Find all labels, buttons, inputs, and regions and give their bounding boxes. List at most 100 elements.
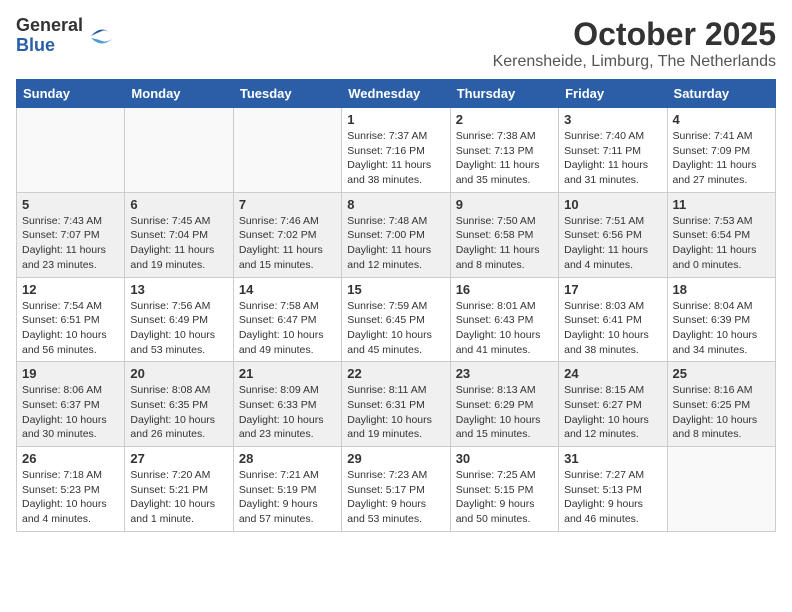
header-friday: Friday (559, 80, 667, 108)
day-info: Sunrise: 7:20 AM Sunset: 5:21 PM Dayligh… (130, 468, 227, 527)
calendar-cell: 9 Sunrise: 7:50 AM Sunset: 6:58 PM Daylig… (450, 192, 558, 277)
day-number: 26 (22, 451, 119, 466)
calendar-cell: 28 Sunrise: 7:21 AM Sunset: 5:19 PM Dayli… (233, 447, 341, 532)
calendar-cell: 4 Sunrise: 7:41 AM Sunset: 7:09 PM Daylig… (667, 108, 775, 193)
day-info: Sunrise: 8:13 AM Sunset: 6:29 PM Dayligh… (456, 383, 553, 442)
page-header: General Blue October 2025 Kerensheide, L… (16, 16, 776, 71)
calendar-week-4: 19Sunrise: 8:06 AM Sunset: 6:37 PM Dayli… (17, 362, 776, 447)
calendar-cell: 20 Sunrise: 8:08 AM Sunset: 6:35 PM Dayli… (125, 362, 233, 447)
day-info: Sunrise: 8:08 AM Sunset: 6:35 PM Dayligh… (130, 383, 227, 442)
calendar-cell: 25Sunrise: 8:16 AM Sunset: 6:25 PM Dayli… (667, 362, 775, 447)
day-number: 19 (22, 366, 119, 381)
day-number: 13 (130, 282, 227, 297)
calendar-table: Sunday Monday Tuesday Wednesday Thursday… (16, 79, 776, 532)
logo-general-text: General (16, 16, 83, 36)
month-title: October 2025 (493, 16, 776, 53)
day-number: 2 (456, 112, 553, 127)
calendar-week-1: 1 Sunrise: 7:37 AM Sunset: 7:16 PM Daylig… (17, 108, 776, 193)
day-number: 23 (456, 366, 553, 381)
calendar-cell (17, 108, 125, 193)
header-thursday: Thursday (450, 80, 558, 108)
day-number: 5 (22, 197, 119, 212)
day-info: Sunrise: 7:54 AM Sunset: 6:51 PM Dayligh… (22, 299, 119, 358)
day-number: 6 (130, 197, 227, 212)
calendar-cell: 11 Sunrise: 7:53 AM Sunset: 6:54 PM Dayli… (667, 192, 775, 277)
calendar-cell: 24 Sunrise: 8:15 AM Sunset: 6:27 PM Dayli… (559, 362, 667, 447)
day-number: 8 (347, 197, 444, 212)
day-number: 27 (130, 451, 227, 466)
calendar-cell: 3Sunrise: 7:40 AM Sunset: 7:11 PM Daylig… (559, 108, 667, 193)
day-number: 1 (347, 112, 444, 127)
calendar-cell: 16Sunrise: 8:01 AM Sunset: 6:43 PM Dayli… (450, 277, 558, 362)
calendar-cell: 5 Sunrise: 7:43 AM Sunset: 7:07 PM Daylig… (17, 192, 125, 277)
calendar-cell: 12 Sunrise: 7:54 AM Sunset: 6:51 PM Dayli… (17, 277, 125, 362)
day-info: Sunrise: 7:38 AM Sunset: 7:13 PM Dayligh… (456, 129, 553, 188)
calendar-cell: 30 Sunrise: 7:25 AM Sunset: 5:15 PM Dayli… (450, 447, 558, 532)
day-info: Sunrise: 7:25 AM Sunset: 5:15 PM Dayligh… (456, 468, 553, 527)
day-number: 21 (239, 366, 336, 381)
day-number: 18 (673, 282, 770, 297)
day-info: Sunrise: 8:01 AM Sunset: 6:43 PM Dayligh… (456, 299, 553, 358)
day-info: Sunrise: 8:09 AM Sunset: 6:33 PM Dayligh… (239, 383, 336, 442)
day-number: 9 (456, 197, 553, 212)
calendar-cell: 17Sunrise: 8:03 AM Sunset: 6:41 PM Dayli… (559, 277, 667, 362)
header-saturday: Saturday (667, 80, 775, 108)
day-number: 7 (239, 197, 336, 212)
calendar-cell: 14Sunrise: 7:58 AM Sunset: 6:47 PM Dayli… (233, 277, 341, 362)
day-info: Sunrise: 7:18 AM Sunset: 5:23 PM Dayligh… (22, 468, 119, 527)
calendar-cell: 8 Sunrise: 7:48 AM Sunset: 7:00 PM Daylig… (342, 192, 450, 277)
day-info: Sunrise: 7:37 AM Sunset: 7:16 PM Dayligh… (347, 129, 444, 188)
calendar-cell: 15 Sunrise: 7:59 AM Sunset: 6:45 PM Dayli… (342, 277, 450, 362)
day-number: 4 (673, 112, 770, 127)
day-info: Sunrise: 8:11 AM Sunset: 6:31 PM Dayligh… (347, 383, 444, 442)
day-info: Sunrise: 8:15 AM Sunset: 6:27 PM Dayligh… (564, 383, 661, 442)
day-info: Sunrise: 7:43 AM Sunset: 7:07 PM Dayligh… (22, 214, 119, 273)
day-number: 31 (564, 451, 661, 466)
calendar-cell: 6 Sunrise: 7:45 AM Sunset: 7:04 PM Daylig… (125, 192, 233, 277)
day-info: Sunrise: 7:59 AM Sunset: 6:45 PM Dayligh… (347, 299, 444, 358)
calendar-cell (125, 108, 233, 193)
calendar-cell: 26 Sunrise: 7:18 AM Sunset: 5:23 PM Dayli… (17, 447, 125, 532)
calendar-cell: 2 Sunrise: 7:38 AM Sunset: 7:13 PM Daylig… (450, 108, 558, 193)
header-tuesday: Tuesday (233, 80, 341, 108)
day-info: Sunrise: 7:41 AM Sunset: 7:09 PM Dayligh… (673, 129, 770, 188)
header-wednesday: Wednesday (342, 80, 450, 108)
day-info: Sunrise: 7:45 AM Sunset: 7:04 PM Dayligh… (130, 214, 227, 273)
day-number: 24 (564, 366, 661, 381)
calendar-cell (667, 447, 775, 532)
day-number: 20 (130, 366, 227, 381)
calendar-cell: 22 Sunrise: 8:11 AM Sunset: 6:31 PM Dayli… (342, 362, 450, 447)
title-section: October 2025 Kerensheide, Limburg, The N… (493, 16, 776, 71)
header-sunday: Sunday (17, 80, 125, 108)
day-number: 12 (22, 282, 119, 297)
calendar-week-2: 5 Sunrise: 7:43 AM Sunset: 7:07 PM Daylig… (17, 192, 776, 277)
calendar-week-3: 12 Sunrise: 7:54 AM Sunset: 6:51 PM Dayli… (17, 277, 776, 362)
day-number: 15 (347, 282, 444, 297)
calendar-cell: 13 Sunrise: 7:56 AM Sunset: 6:49 PM Dayli… (125, 277, 233, 362)
day-info: Sunrise: 7:21 AM Sunset: 5:19 PM Dayligh… (239, 468, 336, 527)
calendar-cell: 1 Sunrise: 7:37 AM Sunset: 7:16 PM Daylig… (342, 108, 450, 193)
day-info: Sunrise: 7:53 AM Sunset: 6:54 PM Dayligh… (673, 214, 770, 273)
logo: General Blue (16, 16, 117, 56)
day-info: Sunrise: 7:40 AM Sunset: 7:11 PM Dayligh… (564, 129, 661, 188)
calendar-cell: 18 Sunrise: 8:04 AM Sunset: 6:39 PM Dayli… (667, 277, 775, 362)
day-number: 29 (347, 451, 444, 466)
calendar-cell (233, 108, 341, 193)
day-info: Sunrise: 7:51 AM Sunset: 6:56 PM Dayligh… (564, 214, 661, 273)
calendar-cell: 19Sunrise: 8:06 AM Sunset: 6:37 PM Dayli… (17, 362, 125, 447)
day-info: Sunrise: 7:23 AM Sunset: 5:17 PM Dayligh… (347, 468, 444, 527)
calendar-cell: 31Sunrise: 7:27 AM Sunset: 5:13 PM Dayli… (559, 447, 667, 532)
day-number: 28 (239, 451, 336, 466)
calendar-cell: 7Sunrise: 7:46 AM Sunset: 7:02 PM Daylig… (233, 192, 341, 277)
calendar-cell: 23 Sunrise: 8:13 AM Sunset: 6:29 PM Dayli… (450, 362, 558, 447)
day-info: Sunrise: 7:48 AM Sunset: 7:00 PM Dayligh… (347, 214, 444, 273)
calendar-cell: 21 Sunrise: 8:09 AM Sunset: 6:33 PM Dayli… (233, 362, 341, 447)
day-number: 22 (347, 366, 444, 381)
day-info: Sunrise: 7:50 AM Sunset: 6:58 PM Dayligh… (456, 214, 553, 273)
day-number: 30 (456, 451, 553, 466)
calendar-cell: 29 Sunrise: 7:23 AM Sunset: 5:17 PM Dayli… (342, 447, 450, 532)
day-number: 11 (673, 197, 770, 212)
day-info: Sunrise: 7:56 AM Sunset: 6:49 PM Dayligh… (130, 299, 227, 358)
day-number: 14 (239, 282, 336, 297)
day-info: Sunrise: 8:04 AM Sunset: 6:39 PM Dayligh… (673, 299, 770, 358)
